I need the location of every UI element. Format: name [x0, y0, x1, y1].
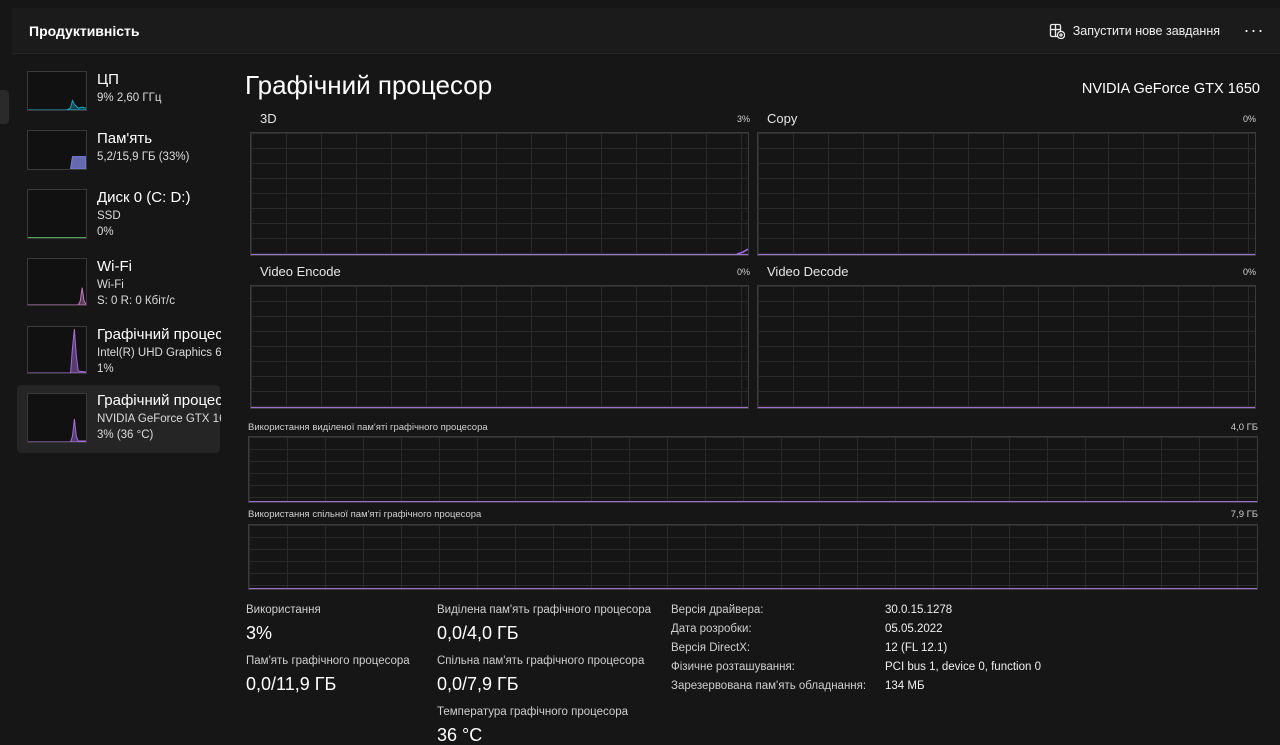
physical-location-value: PCI bus 1, device 0, function 0 — [885, 661, 1041, 673]
sidebar: ЦП 9% 2,60 ГГц Пам'ять 5,2/15,9 ГБ (33%) — [12, 56, 222, 745]
directx-version-value: 12 (FL 12.1) — [885, 642, 948, 654]
sidebar-item-label: Wi-Fi — [97, 258, 132, 275]
driver-version-value: 30.0.15.1278 — [885, 604, 953, 616]
temperature-label: Температура графічного процесора — [437, 706, 629, 718]
dedicated-memory-stat-label: Виділена пам'ять графічного процесора — [437, 604, 652, 616]
engine-dropdown-video-decode[interactable]: Video Decode — [767, 264, 848, 279]
page-title: Продуктивність — [29, 23, 140, 39]
run-new-task-label: Запустити нове завдання — [1072, 24, 1220, 38]
sidebar-item-gpu1[interactable]: Графічний процесор 1 NVIDIA GeForce GTX … — [17, 385, 221, 453]
reserved-memory-value: 134 МБ — [885, 680, 925, 692]
gpu-memory-label: Пам'ять графічного процесора — [246, 655, 410, 667]
engine-percent-video-decode: 0% — [1242, 267, 1256, 277]
engine-graph-3d — [250, 132, 749, 256]
window-edge-handle — [0, 90, 9, 124]
gpu-graph-icon — [27, 393, 87, 443]
sidebar-item-disk[interactable]: Диск 0 (C: D:) SSD 0% — [17, 182, 220, 250]
shared-memory-graph — [248, 524, 1258, 590]
more-icon: ··· — [1243, 19, 1265, 40]
engine-graph-video-encode — [250, 285, 749, 409]
sidebar-item-wifi[interactable]: Wi-Fi Wi-Fi S: 0 R: 0 Кбіт/с — [17, 251, 220, 319]
usage-value: 3% — [246, 623, 273, 643]
dedicated-memory-max: 4,0 ГБ — [1230, 422, 1258, 433]
sidebar-item-detail: 9% 2,60 ГГц — [97, 92, 162, 104]
sidebar-item-detail: 5,2/15,9 ГБ (33%) — [97, 151, 190, 163]
cpu-graph-icon — [27, 71, 87, 111]
sidebar-item-label: Графічний процесор 1 — [97, 392, 221, 409]
sidebar-item-detail-2: 1% — [97, 363, 114, 375]
wifi-graph-icon — [27, 258, 87, 306]
disk-graph-icon — [27, 189, 87, 239]
sidebar-item-label: ЦП — [97, 71, 119, 88]
temperature-value: 36 °C — [437, 725, 483, 745]
physical-location-key: Фізичне розташування: — [671, 661, 795, 673]
gpu-graph-icon — [27, 326, 87, 374]
shared-memory-stat-value: 0,0/7,9 ГБ — [437, 674, 519, 694]
sidebar-item-label: Диск 0 (C: D:) — [97, 189, 191, 206]
engine-dropdown-3d[interactable]: 3D — [260, 111, 277, 126]
dedicated-memory-stat-value: 0,0/4,0 ГБ — [437, 623, 519, 643]
engine-percent-copy: 0% — [1242, 114, 1256, 124]
new-task-icon — [1049, 23, 1065, 39]
header-bar: Продуктивність Запустити нове завдання ·… — [12, 8, 1280, 54]
run-new-task-button[interactable]: Запустити нове завдання — [1049, 20, 1220, 42]
task-manager-window: Продуктивність Запустити нове завдання ·… — [0, 0, 1280, 745]
sidebar-item-detail-2: 0% — [97, 226, 114, 238]
engine-percent-3d: 3% — [736, 114, 750, 124]
sidebar-item-gpu0[interactable]: Графічний процесор 0 Intel(R) UHD Graphi… — [17, 319, 221, 387]
sidebar-item-detail: NVIDIA GeForce GTX 1650 — [97, 413, 221, 425]
sidebar-item-label: Графічний процесор 0 — [97, 326, 221, 343]
memory-graph-icon — [27, 130, 87, 170]
sidebar-item-cpu[interactable]: ЦП 9% 2,60 ГГц — [17, 64, 220, 132]
dedicated-memory-label: Використання виділеної пам'яті графічног… — [248, 422, 488, 433]
driver-date-value: 05.05.2022 — [885, 623, 943, 635]
sidebar-item-memory[interactable]: Пам'ять 5,2/15,9 ГБ (33%) — [17, 123, 220, 191]
gpu-model-name: NVIDIA GeForce GTX 1650 — [1081, 81, 1260, 97]
driver-version-key: Версія драйвера: — [671, 604, 764, 616]
directx-version-key: Версія DirectX: — [671, 642, 751, 654]
sidebar-item-label: Пам'ять — [97, 130, 153, 147]
sidebar-item-detail: Intel(R) UHD Graphics 630 — [97, 347, 221, 359]
engine-dropdown-copy[interactable]: Copy — [767, 111, 797, 126]
reserved-memory-key: Зарезервована пам'ять обладнання: — [671, 680, 867, 692]
engine-graph-video-decode — [757, 285, 1256, 409]
sidebar-item-detail-2: S: 0 R: 0 Кбіт/с — [97, 295, 175, 307]
sidebar-item-detail: SSD — [97, 210, 121, 222]
shared-memory-stat-label: Спільна пам'ять графічного процесора — [437, 655, 645, 667]
more-options-button[interactable]: ··· — [1240, 16, 1268, 44]
engine-dropdown-video-encode[interactable]: Video Encode — [260, 264, 341, 279]
engine-percent-video-encode: 0% — [736, 267, 750, 277]
gpu-title: Графічний процесор — [245, 70, 493, 100]
usage-label: Використання — [246, 604, 321, 616]
gpu-memory-value: 0,0/11,9 ГБ — [246, 674, 337, 694]
shared-memory-max: 7,9 ГБ — [1230, 509, 1258, 520]
gpu-detail-panel: Графічний процесор NVIDIA GeForce GTX 16… — [222, 56, 1280, 745]
dedicated-memory-graph — [248, 436, 1258, 503]
sidebar-item-detail-2: 3% (36 °C) — [97, 429, 154, 441]
driver-date-key: Дата розробки: — [671, 623, 752, 635]
engine-graph-copy — [757, 132, 1256, 256]
sidebar-item-detail: Wi-Fi — [97, 279, 124, 291]
shared-memory-label: Використання спільної пам'яті графічного… — [248, 509, 482, 520]
